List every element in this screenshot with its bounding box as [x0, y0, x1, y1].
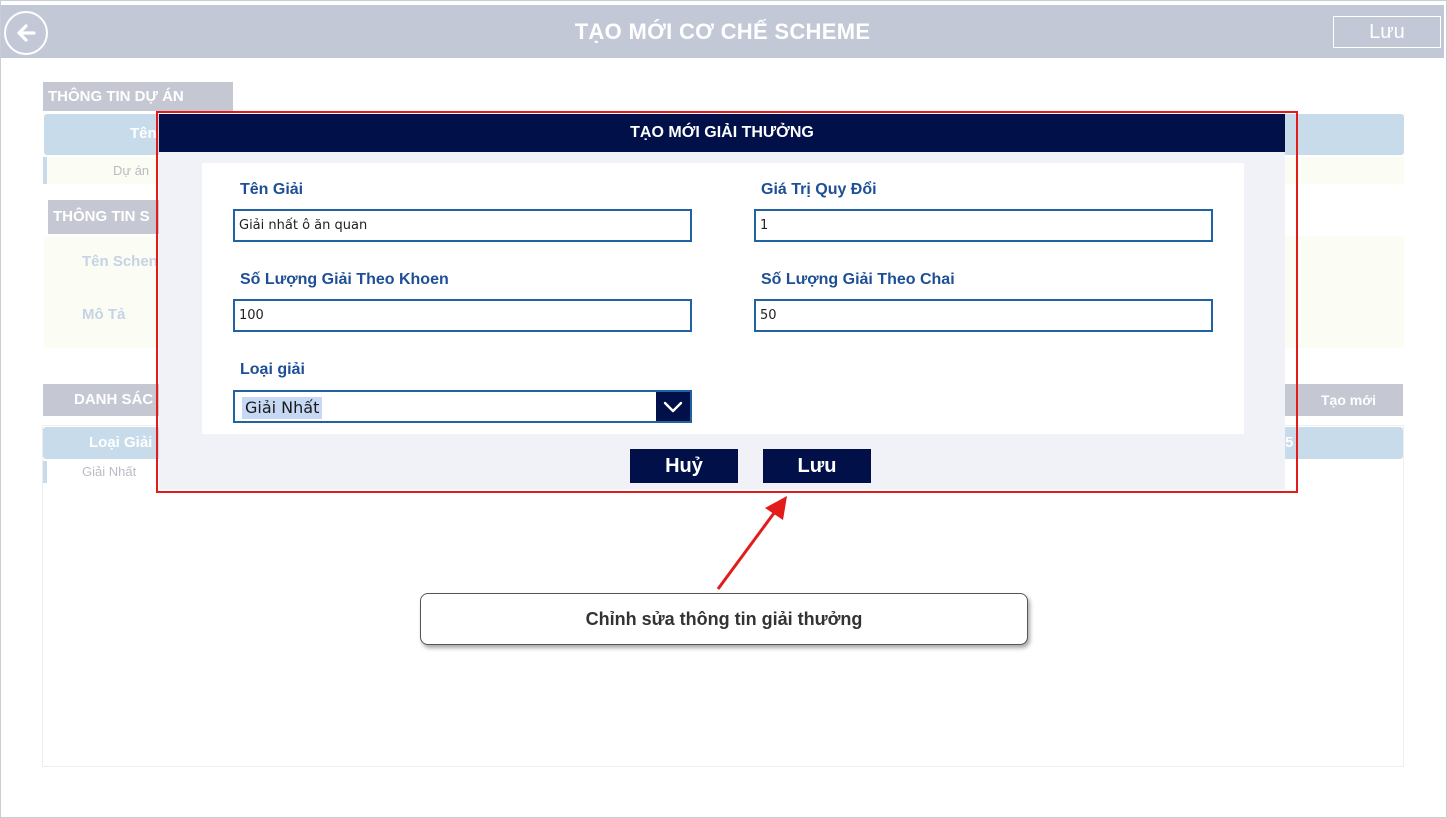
save-button[interactable]: Lưu — [763, 449, 871, 483]
prize-name-label: Tên Giải — [240, 181, 304, 198]
prize-type-select[interactable]: Giải Nhất — [233, 390, 692, 423]
scheme-name-label: Tên Schen — [82, 253, 158, 270]
qty-khoen-label: Số Lượng Giải Theo Khoen — [240, 271, 449, 288]
qty-chai-input[interactable]: 50 — [754, 299, 1213, 332]
qty-chai-label: Số Lượng Giải Theo Chai — [761, 271, 955, 288]
exchange-value-input[interactable]: 1 — [754, 209, 1213, 242]
annotation-callout: Chỉnh sửa thông tin giải thưởng — [420, 593, 1028, 645]
prize-type-value: Giải Nhất — [242, 397, 323, 419]
project-section-title: THÔNG TIN DỰ ÁN — [43, 82, 233, 111]
prize-name-input[interactable]: Giải nhất ô ăn quan — [233, 209, 692, 242]
modal-form: Tên Giải Giải nhất ô ăn quan Giá Trị Quy… — [202, 163, 1244, 434]
page-title: TẠO MỚI CƠ CHẾ SCHEME — [574, 19, 871, 44]
list-section-title: DANH SÁC — [74, 391, 154, 408]
list-row-value: Giải Nhất — [82, 464, 137, 479]
project-column-name: Tên — [130, 125, 157, 142]
cancel-button[interactable]: Huỷ — [630, 449, 738, 483]
create-new-button[interactable]: Tạo mới — [1321, 392, 1376, 408]
exchange-value-label: Giá Trị Quy Đổi — [761, 181, 877, 198]
scheme-desc-label: Mô Tả — [82, 306, 126, 323]
page: TẠO MỚI CƠ CHẾ SCHEME Lưu THÔNG TIN DỰ Á… — [0, 0, 1447, 818]
chevron-down-icon — [663, 401, 683, 412]
header-save-button[interactable]: Lưu — [1333, 16, 1441, 48]
annotation-arrow-icon — [716, 496, 787, 590]
modal-title: TẠO MỚI GIẢI THƯỞNG — [159, 114, 1285, 152]
app-header: TẠO MỚI CƠ CHẾ SCHEME Lưu — [1, 5, 1444, 58]
project-row-value: Dự án — [113, 163, 150, 178]
list-column-type: Loại Giải — [89, 434, 153, 451]
create-prize-modal: TẠO MỚI GIẢI THƯỞNG Tên Giải Giải nhất ô… — [159, 114, 1285, 489]
prize-type-label: Loại giải — [240, 361, 305, 378]
dropdown-toggle[interactable] — [656, 392, 690, 421]
qty-khoen-input[interactable]: 100 — [233, 299, 692, 332]
